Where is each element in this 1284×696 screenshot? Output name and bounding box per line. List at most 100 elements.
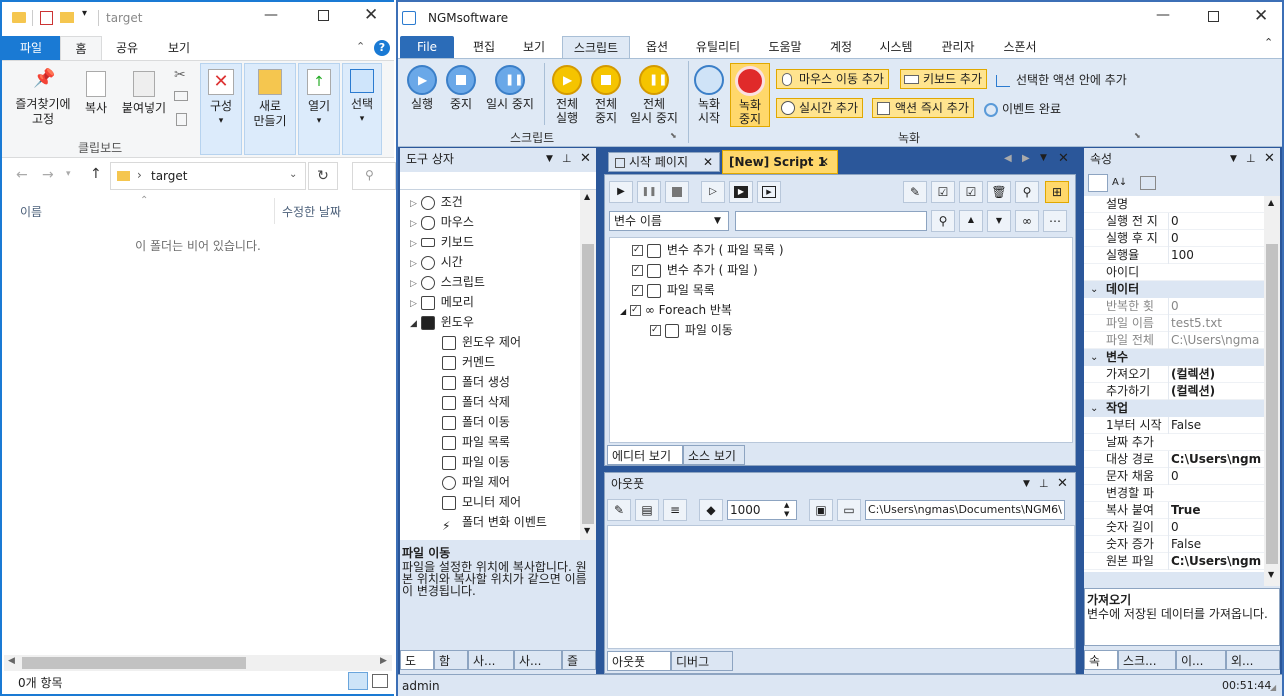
tree-item-script[interactable]: ▷ 스크립트	[410, 272, 485, 292]
tab-user-function[interactable]: 사...	[514, 650, 562, 670]
tab-scroll-right-icon[interactable]: ▶	[1022, 153, 1030, 164]
tab-favorites[interactable]: 즐	[562, 650, 596, 670]
tree-item-keyboard[interactable]: ▷ 키보드	[410, 232, 474, 252]
tab-function[interactable]: 함	[434, 650, 468, 670]
script-node[interactable]: ✓ 파일 이동	[650, 320, 733, 340]
property-row[interactable]: 가져오기 (컬렉션)	[1084, 366, 1264, 383]
tab-external[interactable]: 외...	[1226, 650, 1280, 670]
save-log-button[interactable]: ▤	[635, 499, 659, 521]
record-stop-button[interactable]: 녹화 중지	[730, 63, 770, 127]
open-folder-button[interactable]: ▭	[837, 499, 861, 521]
tab-list-icon[interactable]: ▼	[1040, 153, 1047, 163]
resize-grip-icon[interactable]: ◢	[1270, 683, 1276, 692]
tab-script[interactable]: 스크립트	[562, 36, 630, 58]
property-value[interactable]: test5.txt	[1168, 315, 1264, 332]
script-node[interactable]: ✓ 파일 목록	[632, 280, 715, 300]
clear-output-button[interactable]: ✎	[607, 499, 631, 521]
new-button[interactable]: 새로 만들기	[246, 69, 294, 129]
close-icon[interactable]: ✕	[580, 148, 591, 170]
script-node[interactable]: ✓ 변수 추가 ( 파일 )	[632, 260, 758, 280]
pin-icon[interactable]: ⊥	[1039, 473, 1049, 495]
toolbox-search[interactable]	[400, 172, 596, 190]
checkbox-icon[interactable]: ✓	[632, 245, 643, 256]
run-from-button[interactable]: ▶	[729, 181, 753, 203]
cut-icon[interactable]: ✂	[174, 67, 186, 83]
event-complete-button[interactable]: 이벤트 완료	[984, 100, 1061, 117]
back-icon[interactable]: ←	[16, 167, 28, 183]
script-group-launcher-icon[interactable]: ⬊	[670, 131, 677, 140]
close-icon[interactable]: ✕	[703, 153, 713, 171]
property-value[interactable]: 0	[1168, 230, 1264, 247]
close-button[interactable]: ✕	[364, 5, 378, 25]
realtime-add-button[interactable]: 실시간 추가	[776, 98, 864, 118]
pause-button[interactable]: ❚❚ 일시 중지	[482, 65, 538, 111]
refresh-button[interactable]: ↻	[308, 162, 338, 190]
property-scrollbar[interactable]: ▲ ▼	[1264, 196, 1280, 586]
large-icons-view-icon[interactable]	[372, 674, 388, 688]
tab-editor-view[interactable]: 에디터 보기	[607, 445, 683, 465]
chevron-down-icon[interactable]: ⌄	[1090, 349, 1098, 366]
scroll-thumb[interactable]	[582, 244, 594, 524]
tab-output[interactable]: 아웃풋	[607, 651, 671, 671]
address-bar[interactable]: › target ⌄	[110, 162, 306, 190]
property-row[interactable]: 숫자 길이 0	[1084, 519, 1264, 536]
property-row[interactable]: 변경할 파	[1084, 485, 1264, 502]
qat-dropdown-icon[interactable]: ▾	[82, 8, 87, 19]
tree-item-memory[interactable]: ▷ 메모리	[410, 292, 474, 312]
tab-sponsor[interactable]: 스폰서	[994, 36, 1046, 58]
tab-system[interactable]: 시스템	[870, 36, 922, 58]
property-row[interactable]: 반복한 횟 0	[1084, 298, 1264, 315]
tab-admin[interactable]: 관리자	[932, 36, 984, 58]
run-all-button[interactable]: ▶ 전체 실행	[548, 65, 586, 125]
run-button[interactable]: ▶	[609, 181, 633, 203]
property-row[interactable]: 대상 경로 C:\Users\ngm	[1084, 451, 1264, 468]
help-icon[interactable]: ?	[374, 40, 390, 56]
property-value[interactable]: 0	[1168, 298, 1264, 315]
tree-child-folder-move[interactable]: 폴더 이동	[442, 412, 510, 432]
tab-scroll-left-icon[interactable]: ◀	[1004, 153, 1012, 164]
maximize-button[interactable]	[318, 10, 329, 21]
toolbox-scrollbar[interactable]: ▲ ▼	[580, 190, 596, 540]
minimize-button[interactable]: —	[264, 7, 278, 23]
dropdown-icon[interactable]: ▼	[1230, 148, 1237, 170]
tree-item-time[interactable]: ▷ 시간	[410, 252, 463, 272]
tab-source-view[interactable]: 소스 보기	[683, 445, 745, 465]
step-button[interactable]: ▷	[701, 181, 725, 203]
minimize-button[interactable]: —	[1156, 7, 1170, 23]
tree-child-folder-change-event[interactable]: ⚡ 폴더 변화 이벤트	[442, 512, 547, 533]
search-icon[interactable]: ⚲	[1015, 181, 1039, 203]
eraser-button[interactable]: ◆	[699, 499, 723, 521]
variable-dropdown[interactable]: 변수 이름 ▼	[609, 211, 729, 231]
property-row[interactable]: 추가하기 (컬렉션)	[1084, 383, 1264, 400]
tab-images[interactable]: 이...	[1176, 650, 1226, 670]
keyboard-add-button[interactable]: 키보드 추가	[900, 69, 988, 89]
variable-search-input[interactable]	[735, 211, 927, 231]
run-selected-button[interactable]: ▶	[757, 181, 781, 203]
tab-account[interactable]: 계정	[818, 36, 864, 58]
copy-button[interactable]: 복사	[78, 71, 114, 116]
move-down-button[interactable]: ▼	[987, 210, 1011, 232]
sort-az-icon[interactable]: A↓	[1112, 174, 1132, 192]
collapse-ribbon-icon[interactable]: ⌃	[356, 40, 365, 53]
maximize-button[interactable]	[1208, 11, 1219, 22]
tab-debug[interactable]: 디버그	[671, 651, 733, 671]
paste-button[interactable]: 붙여넣기	[116, 71, 172, 116]
paste-shortcut-icon[interactable]	[176, 113, 187, 126]
tab-edit[interactable]: 편집	[460, 36, 508, 58]
property-row[interactable]: 날짜 추가	[1084, 434, 1264, 451]
property-value[interactable]: 0	[1168, 468, 1264, 485]
log-path-input[interactable]: C:\Users\ngmas\Documents\NGM6\	[865, 500, 1065, 520]
property-section[interactable]: 데이터 ⌄	[1084, 281, 1264, 298]
tab-utility[interactable]: 유틸리티	[686, 36, 750, 58]
horizontal-scrollbar[interactable]: ◀ ▶	[4, 655, 392, 671]
organize-button[interactable]: ✕ 구성 ▾	[202, 69, 240, 129]
property-value[interactable]: 100	[1168, 247, 1264, 264]
property-section[interactable]: 작업 ⌄	[1084, 400, 1264, 417]
copy-path-icon[interactable]	[174, 91, 188, 101]
recent-dropdown-icon[interactable]: ▾	[66, 169, 71, 179]
checkbox-icon[interactable]: ✓	[629, 305, 641, 316]
close-editor-icon[interactable]: ✕	[1058, 151, 1069, 166]
tab-scripts[interactable]: 스크...	[1118, 650, 1176, 670]
script-node[interactable]: ✓ 변수 추가 ( 파일 목록 )	[632, 240, 784, 260]
tree-child-folder-create[interactable]: 폴더 생성	[442, 372, 510, 392]
